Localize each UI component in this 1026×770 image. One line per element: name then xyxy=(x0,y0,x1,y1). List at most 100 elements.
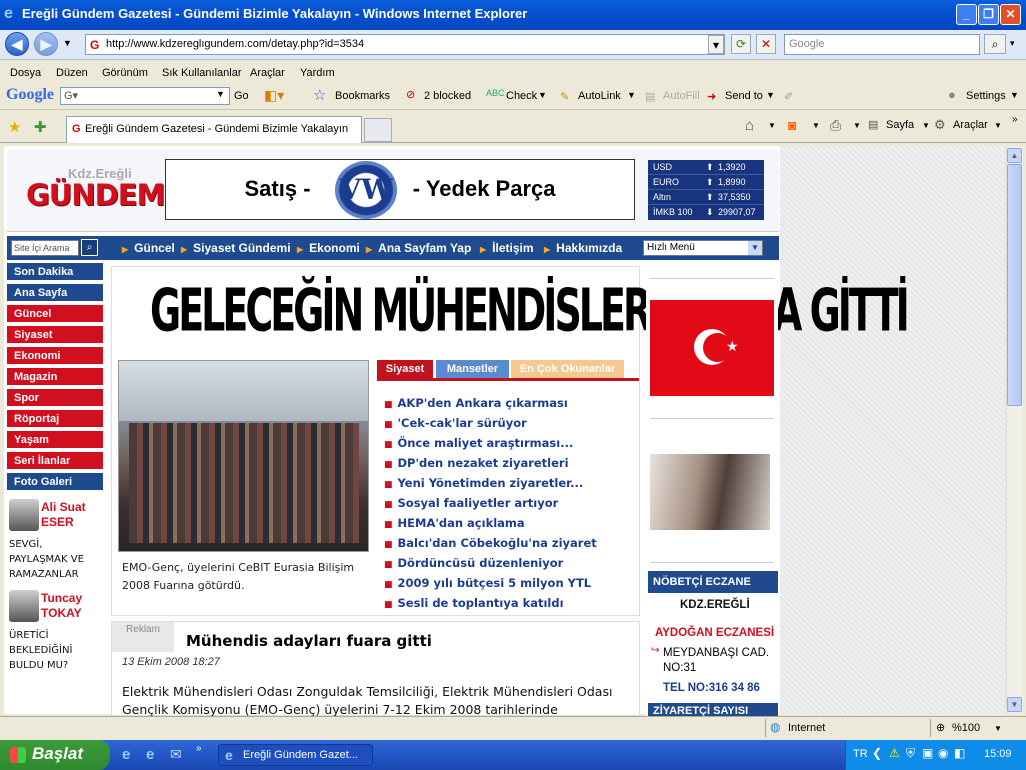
address-dropdown-button[interactable]: ▾ xyxy=(708,35,724,54)
author-first-name[interactable]: Ali Suat xyxy=(41,500,86,515)
left-menu-son-dakika[interactable]: Son Dakika xyxy=(7,263,103,282)
autolink-dropdown-icon[interactable]: ▼ xyxy=(627,90,636,100)
google-go-button[interactable]: Go xyxy=(234,90,249,102)
author-photo[interactable] xyxy=(9,499,39,531)
home-icon[interactable]: ⌂ xyxy=(745,117,754,134)
news-item[interactable]: ■ Sesli de toplantıya katıldı xyxy=(384,596,564,610)
left-menu-guncel[interactable]: Güncel xyxy=(7,305,103,324)
left-menu-yasam[interactable]: Yaşam xyxy=(7,431,103,450)
pen-icon[interactable]: ✐ xyxy=(784,90,793,103)
author-first-name[interactable]: Tuncay xyxy=(41,591,82,606)
sendto-dropdown-icon[interactable]: ▼ xyxy=(766,90,775,100)
sendto-button[interactable]: Send to xyxy=(725,90,763,102)
news-item[interactable]: ■ 'Cek-cak'lar sürüyor xyxy=(384,416,527,430)
ad-slot[interactable]: Reklam xyxy=(112,622,174,652)
left-menu-roportaj[interactable]: Röportaj xyxy=(7,410,103,429)
site-search-button[interactable]: ⌕ xyxy=(81,239,98,256)
tab-siyaset[interactable]: Siyaset xyxy=(377,360,433,378)
tray-network-icon[interactable]: ▣ xyxy=(922,746,933,760)
stop-button[interactable]: ✕ xyxy=(756,34,776,54)
left-menu-ekonomi[interactable]: Ekonomi xyxy=(7,347,103,366)
news-item[interactable]: ■ DP'den nezaket ziyaretleri xyxy=(384,456,569,470)
search-input[interactable]: Google xyxy=(784,34,980,55)
maximize-button[interactable]: ❐ xyxy=(978,4,999,25)
news-item[interactable]: ■ 2009 yılı bütçesi 5 milyon YTL xyxy=(384,576,591,590)
tray-warning-icon[interactable]: ⚠ xyxy=(889,746,900,760)
site-search-input[interactable]: Site İçi Arama xyxy=(11,240,79,256)
security-zone[interactable]: Internet xyxy=(788,722,825,734)
history-dropdown-icon[interactable]: ▼ xyxy=(63,38,72,48)
left-menu-foto-galeri[interactable]: Foto Galeri xyxy=(7,473,103,492)
scroll-up-button[interactable]: ▲ xyxy=(1007,148,1022,163)
story-photo[interactable] xyxy=(118,360,369,552)
turkish-flag[interactable]: ★ xyxy=(650,300,774,396)
favorites-star-icon[interactable]: ★ xyxy=(8,118,21,136)
author-article-line[interactable]: BEKLEDİĞİNİ xyxy=(9,643,72,658)
quicklaunch-overflow-icon[interactable]: » xyxy=(196,743,202,754)
menu-duzen[interactable]: Düzen xyxy=(56,67,88,79)
nav-link-contact[interactable]: ▶ İletişim xyxy=(480,241,534,255)
google-search-input[interactable] xyxy=(60,87,230,105)
autofill-button[interactable]: AutoFill xyxy=(663,90,700,102)
google-dropdown-icon[interactable]: ▼ xyxy=(216,89,225,99)
nav-link-homepage[interactable]: ▶ Ana Sayfam Yap xyxy=(366,241,471,255)
address-input[interactable]: G http://www.kdzereglıgundem.com/detay.p… xyxy=(85,34,725,55)
toolbar-overflow-icon[interactable]: » xyxy=(1012,114,1018,125)
scroll-down-button[interactable]: ▼ xyxy=(1007,697,1022,712)
tray-arrow-icon[interactable]: ❮ xyxy=(872,746,882,760)
site-logo[interactable]: Kdz.Ereğli GÜNDEM xyxy=(14,158,165,222)
nav-link-guncel[interactable]: ▶ Güncel xyxy=(122,241,175,255)
scroll-thumb[interactable] xyxy=(1007,164,1022,406)
new-tab-button[interactable] xyxy=(364,118,392,142)
side-photo[interactable] xyxy=(650,454,770,530)
rss-feed-icon[interactable]: ◙ xyxy=(788,117,796,133)
autolink-button[interactable]: AutoLink xyxy=(578,90,621,102)
ad-banner[interactable]: Satış - - Yedek Parça xyxy=(165,159,635,220)
back-button[interactable]: ◀ xyxy=(5,32,29,56)
author-last-name[interactable]: TOKAY xyxy=(41,606,82,621)
settings-button[interactable]: Settings xyxy=(966,90,1006,102)
minimize-button[interactable]: _ xyxy=(956,4,977,25)
close-button[interactable]: ✕ xyxy=(1000,4,1021,25)
forward-button[interactable]: ▶ xyxy=(34,32,58,56)
araclar-dropdown-icon[interactable]: ▼ xyxy=(994,121,1002,130)
popup-blocked-button[interactable]: 2 blocked xyxy=(424,90,471,102)
sayfa-dropdown-icon[interactable]: ▼ xyxy=(922,121,930,130)
author-photo[interactable] xyxy=(9,590,39,622)
author-article-line[interactable]: PAYLAŞMAK VE xyxy=(9,552,84,567)
tab-mansetler[interactable]: Mansetler xyxy=(436,360,509,378)
google-apps-icon[interactable]: ◧▾ xyxy=(264,87,284,104)
settings-dropdown-icon[interactable]: ▼ xyxy=(1010,90,1019,100)
left-menu-ana-sayfa[interactable]: Ana Sayfa xyxy=(7,284,103,303)
print-icon[interactable]: ⎙ xyxy=(830,117,841,134)
zoom-level[interactable]: %100 xyxy=(952,722,980,734)
tab-en-cok-okunanlar[interactable]: En Çok Okunanlar xyxy=(511,360,624,378)
left-menu-magazin[interactable]: Magazin xyxy=(7,368,103,387)
refresh-button[interactable]: ⟳ xyxy=(731,34,751,54)
news-item[interactable]: ■ Balcı'dan Cöbekoğlu'na ziyaret xyxy=(384,536,597,550)
left-menu-spor[interactable]: Spor xyxy=(7,389,103,408)
clock[interactable]: 15:09 xyxy=(984,748,1012,760)
zoom-dropdown-icon[interactable]: ▼ xyxy=(994,724,1002,733)
author-last-name[interactable]: ESER xyxy=(41,515,74,530)
start-button[interactable]: Başlat xyxy=(0,740,110,770)
news-item[interactable]: ■ Yeni Yönetimden ziyaretler... xyxy=(384,476,583,490)
left-menu-siyaset[interactable]: Siyaset xyxy=(7,326,103,345)
check-button[interactable]: Check xyxy=(506,90,537,102)
menu-dosya[interactable]: Dosya xyxy=(10,67,41,79)
rss-dropdown-icon[interactable]: ▼ xyxy=(812,121,820,130)
check-dropdown-icon[interactable]: ▼ xyxy=(538,90,547,100)
quicklaunch-ie-icon[interactable]: e xyxy=(122,746,130,763)
news-item[interactable]: ■ HEMA'dan açıklama xyxy=(384,516,525,530)
sayfa-button[interactable]: Sayfa xyxy=(886,119,914,131)
search-options-icon[interactable]: ▾ xyxy=(1010,38,1015,49)
news-item[interactable]: ■ Sosyal faaliyetler artıyor xyxy=(384,496,558,510)
home-dropdown-icon[interactable]: ▼ xyxy=(768,121,776,130)
araclar-button[interactable]: Araçlar xyxy=(953,119,988,131)
menu-yardim[interactable]: Yardım xyxy=(300,67,335,79)
menu-favorites[interactable]: Sık Kullanılanlar xyxy=(162,67,242,79)
nav-link-about[interactable]: ▶ Hakkımızda xyxy=(544,241,622,255)
tab-active[interactable]: G Ereğli Gündem Gazetesi - Gündemi Bizim… xyxy=(66,116,362,143)
nav-link-ekonomi[interactable]: ▶ Ekonomi xyxy=(297,241,360,255)
left-menu-seri-ilanlar[interactable]: Seri İlanlar xyxy=(7,452,103,471)
